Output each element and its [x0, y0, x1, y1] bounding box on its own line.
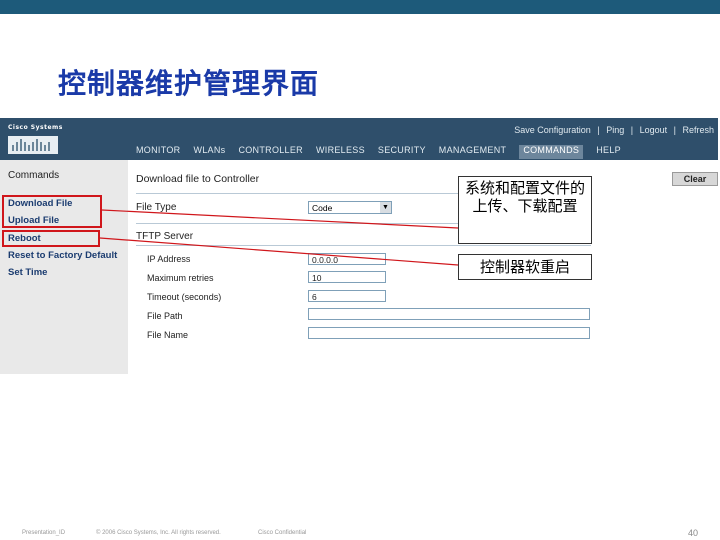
footer-presentation-id: Presentation_ID	[22, 530, 66, 536]
footer-confidential: Cisco Confidential	[258, 530, 307, 536]
footer-copyright: © 2006 Cisco Systems, Inc. All rights re…	[96, 530, 221, 536]
highlight-reboot	[2, 230, 100, 247]
page-number: 40	[687, 528, 698, 538]
callout-upload-download: 系统和配置文件的上传、下载配置	[458, 176, 592, 244]
highlight-upload-download	[2, 195, 102, 228]
callout-connector-lines	[99, 209, 459, 266]
callout-reboot: 控制器软重启	[458, 254, 592, 280]
